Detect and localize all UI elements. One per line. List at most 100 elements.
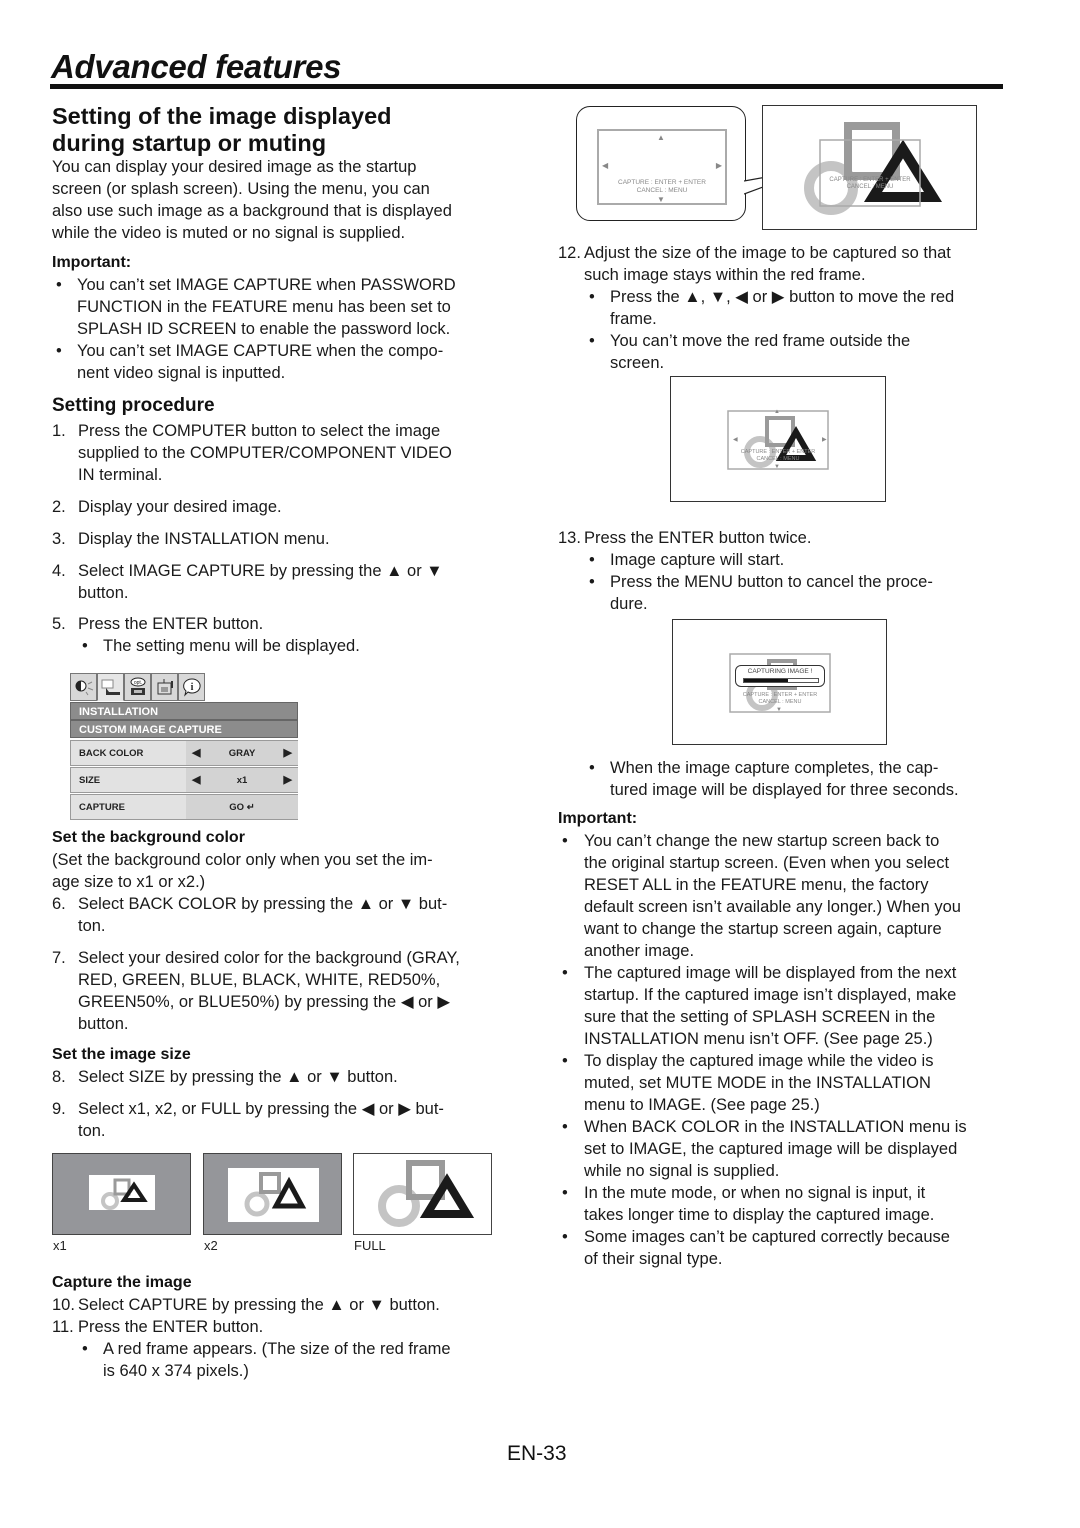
- text-line: Press the COMPUTER button to select the …: [78, 422, 441, 440]
- installation-icon[interactable]: [97, 673, 124, 701]
- bullet-dot: •: [562, 1052, 568, 1070]
- arrow-left-icon: ◀: [733, 437, 738, 443]
- text-line: CAPTURE : ENTER + ENTER: [618, 179, 706, 186]
- size-label-x1: x1: [53, 1238, 67, 1253]
- arrow-down-icon: ▼: [657, 195, 665, 204]
- text-line: Display your desired image.: [78, 498, 282, 516]
- text-line: menu to IMAGE. (See page 25.): [584, 1096, 820, 1114]
- text-line: When the image capture completes, the ca…: [610, 759, 939, 777]
- intro-line: also use such image as a background that…: [52, 202, 452, 220]
- important-item: • You can’t set IMAGE CAPTURE when the c…: [56, 340, 526, 384]
- picture-icon[interactable]: [70, 673, 97, 701]
- bullet-dot: •: [56, 276, 62, 294]
- bg-color-note: (Set the background color only when you …: [52, 849, 433, 893]
- text-line: Press the ENTER button.: [78, 1318, 264, 1336]
- osd-menu: opt. i INSTALLATION CUSTOM IMAGE CAPTURE…: [70, 673, 298, 821]
- red-frame-callout: ▲ ◀ ▶ CAPTURE : ENTER + ENTER CANCEL : M…: [576, 106, 746, 221]
- text-line: want to change the startup screen again,…: [584, 920, 942, 938]
- text-line: INSTALLATION menu isn’t OFF. (See page 2…: [584, 1030, 933, 1048]
- bullet-dot: •: [562, 1228, 568, 1246]
- osd-submenu-title: CUSTOM IMAGE CAPTURE: [70, 720, 298, 738]
- osd-row-label: SIZE: [79, 775, 101, 786]
- text-line: screen.: [610, 354, 665, 372]
- step-9: 9. Select x1, x2, or FULL by pressing th…: [52, 1098, 532, 1142]
- osd-go-button[interactable]: GO ↵: [186, 795, 298, 819]
- text-line: dure.: [610, 595, 648, 613]
- step-13-bullet: • Press the MENU button to cancel the pr…: [589, 571, 1019, 615]
- step-12: 12. Adjust the size of the image to be c…: [558, 242, 1018, 286]
- text-line: Image capture will start.: [610, 551, 785, 569]
- bullet-dot: •: [589, 332, 595, 350]
- text-line: is 640 x 374 pixels.): [103, 1362, 249, 1380]
- intro-paragraph: You can display your desired image as th…: [52, 156, 452, 244]
- osd-row-label: CAPTURE: [79, 802, 125, 813]
- text-line: set to IMAGE, the captured image will be…: [584, 1140, 958, 1158]
- text-line: Select BACK COLOR by pressing the ▲ or ▼…: [78, 895, 448, 913]
- step-13-bullet: • Image capture will start.: [589, 549, 1019, 571]
- text-line: To display the captured image while the …: [584, 1052, 934, 1070]
- page-number: EN-33: [507, 1442, 567, 1465]
- text-line: The captured image will be displayed fro…: [584, 964, 957, 982]
- osd-value-selector[interactable]: ◀ GRAY ▶: [186, 741, 298, 765]
- frame-text: CAPTURE : ENTER + ENTER: [829, 177, 911, 183]
- text-line: nent video signal is inputted.: [77, 364, 286, 382]
- text-line: Press the ▲, ▼, ◀ or ▶ button to move th…: [610, 288, 955, 306]
- text-line: the original startup screen. (Even when …: [584, 854, 950, 872]
- text-line: default screen isn’t available any longe…: [584, 898, 961, 916]
- text-line: another image.: [584, 942, 695, 960]
- osd-row-size[interactable]: SIZE ◀ x1 ▶: [70, 767, 298, 793]
- frame-text: CANCEL : MENU: [847, 184, 894, 190]
- arrow-up-icon: ▲: [774, 409, 780, 415]
- info-icon[interactable]: i: [178, 673, 205, 701]
- bullet-dot: •: [589, 573, 595, 591]
- text-line: frame.: [610, 310, 657, 328]
- bullet-dot: •: [82, 1340, 88, 1358]
- important-item: • In the mute mode, or when no signal is …: [562, 1182, 1012, 1226]
- procedure-title: Setting procedure: [52, 395, 215, 416]
- sample-image-icon: [378, 1160, 475, 1227]
- text-line: Select IMAGE CAPTURE by pressing the ▲ o…: [78, 562, 443, 580]
- frame-text: CAPTURE : ENTER + ENTER: [743, 692, 817, 698]
- screen-diagram-1: CAPTURE : ENTER + ENTER CANCEL : MENU: [762, 105, 977, 230]
- step-number: 9.: [52, 1100, 66, 1118]
- frame-instructions: CAPTURE : ENTER + ENTER CANCEL : MENU: [599, 179, 725, 195]
- text-line: The setting menu will be displayed.: [103, 637, 360, 655]
- text-line: CANCEL : MENU: [636, 187, 688, 194]
- osd-value-selector[interactable]: ◀ x1 ▶: [186, 768, 298, 792]
- text-line: ton.: [78, 917, 106, 935]
- text-line: sure that the setting of SPLASH SCREEN i…: [584, 1008, 936, 1026]
- step-5-bullet: • The setting menu will be displayed.: [82, 635, 532, 657]
- size-label-x2: x2: [204, 1238, 218, 1253]
- step-5: 5. Press the ENTER button.: [52, 613, 532, 635]
- text-line: When BACK COLOR in the INSTALLATION menu…: [584, 1118, 967, 1136]
- bullet-dot: •: [56, 342, 62, 360]
- osd-row-back-color[interactable]: BACK COLOR ◀ GRAY ▶: [70, 740, 298, 766]
- frame-text: CANCEL : MENU: [759, 699, 802, 705]
- step-11: 11. Press the ENTER button.: [52, 1316, 532, 1338]
- capturing-dialog: CAPTURING IMAGE !: [735, 665, 825, 687]
- sample-image-icon: [228, 1168, 319, 1222]
- text-line: Press the MENU button to cancel the proc…: [610, 573, 933, 591]
- svg-text:i: i: [190, 682, 193, 693]
- arrow-right-icon[interactable]: ▶: [284, 773, 292, 786]
- feature-icon[interactable]: [151, 673, 178, 701]
- size-thumbnail-full: [353, 1153, 492, 1235]
- step-number: 8.: [52, 1068, 66, 1086]
- frame-text: CAPTURE : ENTER + ENTER: [741, 449, 815, 455]
- osd-row-value: x1: [236, 775, 248, 786]
- text-line: Press the ENTER button.: [78, 615, 264, 633]
- text-line: Select CAPTURE by pressing the ▲ or ▼ bu…: [78, 1296, 440, 1314]
- step-4: 4. Select IMAGE CAPTURE by pressing the …: [52, 560, 532, 604]
- text-line: You can’t move the red frame outside the: [610, 332, 911, 350]
- important-list: • You can’t change the new startup screen…: [562, 830, 1012, 1270]
- size-label-full: FULL: [354, 1238, 386, 1253]
- step-number: 1.: [52, 422, 66, 440]
- step-6: 6. Select BACK COLOR by pressing the ▲ o…: [52, 893, 532, 937]
- option-icon[interactable]: opt.: [124, 673, 151, 701]
- step-2: 2. Display your desired image.: [52, 496, 532, 518]
- title-rule: [50, 84, 1003, 89]
- osd-row-capture[interactable]: CAPTURE GO ↵: [70, 794, 298, 820]
- text-line: In the mute mode, or when no signal is i…: [584, 1184, 926, 1202]
- arrow-right-icon[interactable]: ▶: [284, 746, 292, 759]
- text-line: startup. If the captured image isn’t dis…: [584, 986, 957, 1004]
